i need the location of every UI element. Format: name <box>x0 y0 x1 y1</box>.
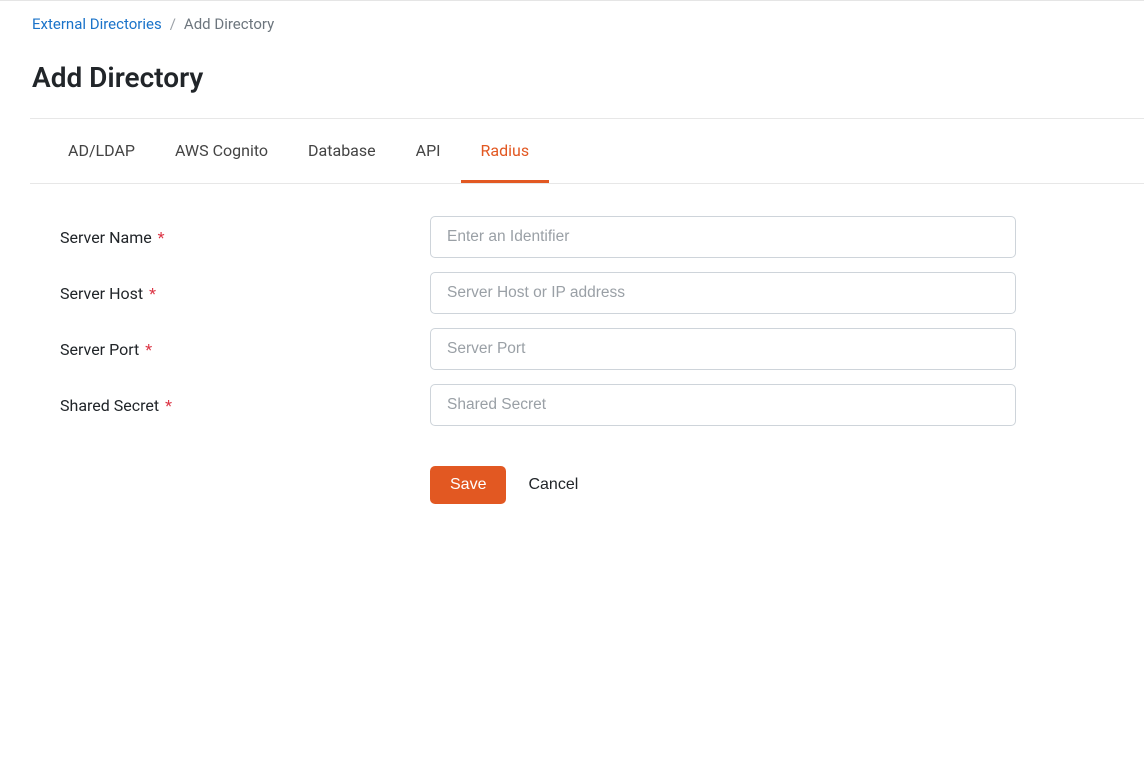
breadcrumb-separator: / <box>170 15 176 33</box>
server-host-label: Server Host * <box>60 284 430 303</box>
tab-aws-cognito[interactable]: AWS Cognito <box>155 119 288 183</box>
breadcrumb-parent-link[interactable]: External Directories <box>32 15 162 33</box>
tab-radius[interactable]: Radius <box>461 119 550 183</box>
server-host-input[interactable] <box>430 272 1016 314</box>
breadcrumb: External Directories / Add Directory <box>0 15 1144 33</box>
server-name-input[interactable] <box>430 216 1016 258</box>
form-row-server-name: Server Name * <box>60 216 1144 258</box>
breadcrumb-current: Add Directory <box>184 15 274 33</box>
save-button[interactable]: Save <box>430 466 506 504</box>
tab-api[interactable]: API <box>396 119 461 183</box>
server-name-label: Server Name * <box>60 228 430 247</box>
shared-secret-input[interactable] <box>430 384 1016 426</box>
server-port-label: Server Port * <box>60 340 430 359</box>
server-port-input[interactable] <box>430 328 1016 370</box>
tab-bar: AD/LDAP AWS Cognito Database API Radius <box>30 118 1144 184</box>
form-row-server-port: Server Port * <box>60 328 1144 370</box>
tab-database[interactable]: Database <box>288 119 396 183</box>
page-title: Add Directory <box>0 33 1144 118</box>
required-marker: * <box>145 340 152 359</box>
cancel-button[interactable]: Cancel <box>528 466 578 504</box>
form-actions: Save Cancel <box>430 466 1144 504</box>
form-row-server-host: Server Host * <box>60 272 1144 314</box>
required-marker: * <box>165 396 172 415</box>
tab-ad-ldap[interactable]: AD/LDAP <box>48 119 155 183</box>
form-row-shared-secret: Shared Secret * <box>60 384 1144 426</box>
required-marker: * <box>158 228 165 247</box>
shared-secret-label: Shared Secret * <box>60 396 430 415</box>
form-area: Server Name * Server Host * Server Port … <box>0 184 1144 504</box>
required-marker: * <box>149 284 156 303</box>
